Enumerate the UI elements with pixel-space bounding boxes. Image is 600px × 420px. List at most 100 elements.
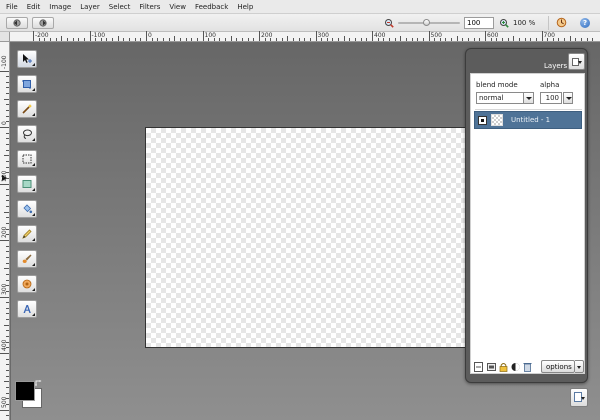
ruler-tick (315, 31, 317, 41)
menu-help[interactable]: Help (234, 3, 259, 11)
ruler-minor-tick (247, 38, 249, 41)
ruler-minor-tick (117, 36, 119, 41)
menu-view[interactable]: View (166, 3, 192, 11)
ruler-minor-tick (4, 381, 9, 383)
vertical-ruler[interactable]: -100 0 100 200 300 400 500 (0, 42, 10, 420)
zoom-readout: 100 % (513, 19, 536, 27)
zoom-out-icon[interactable] (384, 18, 394, 28)
swap-colors-icon[interactable] (35, 380, 42, 387)
foreground-color-swatch[interactable] (15, 381, 35, 401)
ruler-minor-tick (434, 38, 436, 41)
ruler-minor-tick (6, 319, 9, 321)
history-icon[interactable] (556, 17, 567, 28)
lasso-icon (23, 129, 32, 139)
zoom-input[interactable] (464, 17, 494, 29)
brush-tool[interactable] (17, 250, 37, 268)
ruler-minor-tick (6, 194, 9, 196)
ruler-minor-tick (78, 38, 80, 41)
layer-options-dropdown[interactable] (575, 360, 584, 373)
ruler-minor-tick (6, 200, 9, 202)
blend-mode-select[interactable]: normal (476, 92, 534, 104)
ruler-minor-tick (4, 268, 9, 270)
ruler-minor-tick (6, 273, 9, 275)
horizontal-ruler[interactable]: -200 -100 0 100 200 300 400 500 600 700 (10, 31, 600, 42)
paint-bucket-tool[interactable] (17, 200, 37, 218)
marquee-tool[interactable] (17, 150, 37, 168)
redo-button[interactable] (32, 17, 54, 29)
layer-actions-bar: options (474, 360, 586, 374)
layer-options-button[interactable]: options (541, 360, 575, 373)
layers-panel-body: blend mode alpha normal 100 Untitled - 1 (470, 73, 585, 374)
delete-layer-icon[interactable] (523, 362, 532, 372)
ruler-minor-tick (6, 166, 9, 168)
ruler-minor-tick (405, 38, 407, 41)
ruler-minor-tick (6, 160, 9, 162)
lock-icon[interactable] (499, 362, 508, 372)
menu-image[interactable]: Image (46, 3, 77, 11)
ruler-minor-tick (507, 38, 509, 41)
ruler-minor-tick (61, 36, 63, 41)
zoom-in-icon[interactable] (499, 18, 509, 28)
crop-tool[interactable] (17, 75, 37, 93)
ruler-minor-tick (287, 36, 289, 41)
ruler-minor-tick (281, 38, 283, 41)
ruler-minor-tick (44, 38, 46, 41)
ruler-tick (0, 296, 9, 298)
ruler-minor-tick (6, 93, 9, 95)
shape-tool[interactable] (17, 175, 37, 193)
ruler-minor-tick (83, 38, 85, 41)
stamp-tool[interactable] (17, 275, 37, 293)
menu-bar: File Edit Image Layer Select Filters Vie… (0, 0, 600, 14)
menu-select[interactable]: Select (106, 3, 137, 11)
ruler-minor-tick (6, 358, 9, 360)
ruler-minor-tick (6, 415, 9, 417)
layers-panel-menu-button[interactable] (568, 53, 585, 70)
ruler-minor-tick (6, 307, 9, 309)
magic-wand-tool[interactable] (17, 100, 37, 118)
undo-button[interactable] (6, 17, 28, 29)
zoom-slider-handle[interactable] (422, 19, 430, 26)
layers-divider (475, 109, 582, 110)
menu-layer[interactable]: Layer (77, 3, 106, 11)
ruler-tick (33, 31, 34, 41)
chevron-down-icon[interactable] (523, 93, 533, 103)
ruler-minor-tick (304, 38, 306, 41)
alpha-dropdown-button[interactable] (563, 92, 573, 104)
ruler-tick-label: 500 (1, 396, 8, 408)
ruler-tick-label: 400 (1, 339, 8, 351)
new-layer-icon[interactable] (474, 362, 483, 372)
ruler-minor-tick (185, 38, 187, 41)
ruler-minor-tick (569, 36, 571, 41)
zoom-slider[interactable] (398, 19, 460, 26)
ruler-minor-tick (439, 38, 441, 41)
layer-row[interactable]: Untitled - 1 (474, 111, 582, 129)
ruler-minor-tick (445, 38, 447, 41)
menu-filters[interactable]: Filters (136, 3, 166, 11)
move-tool[interactable] (17, 50, 37, 68)
text-tool[interactable] (17, 300, 37, 318)
lasso-tool[interactable] (17, 125, 37, 143)
ruler-minor-tick (6, 87, 9, 89)
ruler-minor-tick (264, 38, 266, 41)
ruler-minor-tick (332, 38, 334, 41)
image-canvas[interactable] (145, 127, 466, 348)
toolbar: 100 % ? (0, 14, 600, 32)
layer-visibility-icon[interactable] (478, 116, 487, 125)
pencil-tool[interactable] (17, 225, 37, 243)
layer-name: Untitled - 1 (511, 116, 551, 124)
tools-palette (17, 50, 37, 325)
ruler-minor-tick (140, 38, 142, 41)
ruler-tick (485, 31, 486, 41)
help-icon[interactable]: ? (580, 18, 590, 28)
ruler-minor-tick (196, 38, 198, 41)
panel-toggle-button[interactable] (570, 388, 588, 407)
menu-file[interactable]: File (3, 3, 24, 11)
alpha-input[interactable]: 100 (540, 92, 562, 104)
ruler-minor-tick (106, 38, 108, 41)
layer-mask-icon[interactable] (511, 362, 520, 372)
brush-icon (22, 254, 32, 263)
menu-feedback[interactable]: Feedback (192, 3, 234, 11)
layer-style-icon[interactable] (487, 362, 496, 372)
menu-edit[interactable]: Edit (24, 3, 47, 11)
ruler-tick-label: -100 (91, 32, 106, 39)
